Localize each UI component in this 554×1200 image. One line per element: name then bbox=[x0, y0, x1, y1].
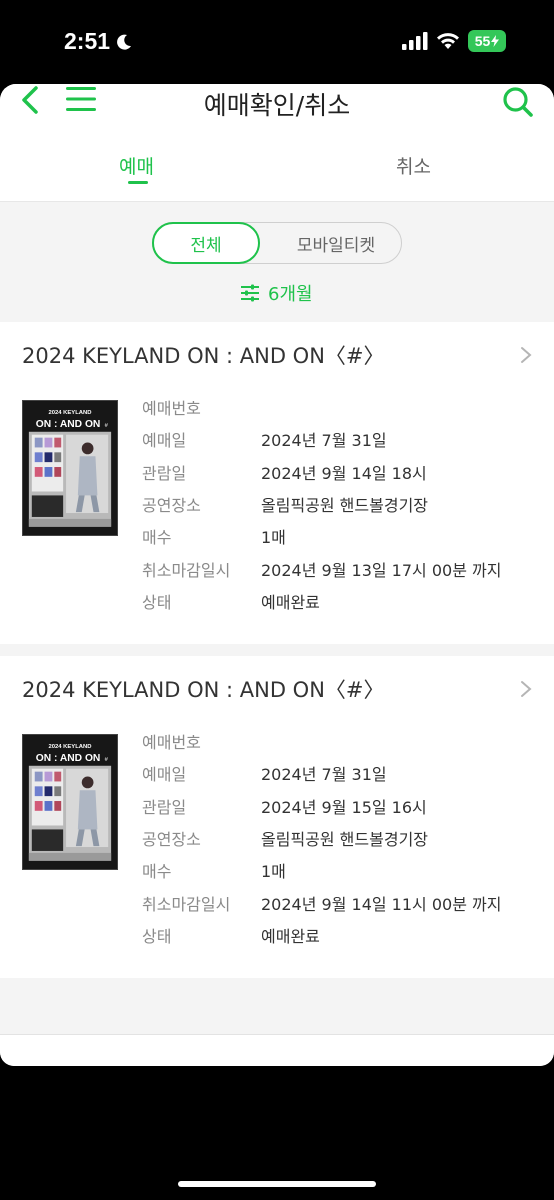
period-label: 6개월 bbox=[268, 284, 313, 305]
booking-date-value: 2024년 7월 31일 bbox=[261, 431, 387, 450]
chevron-right-icon[interactable] bbox=[520, 680, 532, 698]
page-title: 예매확인/취소 bbox=[203, 91, 351, 120]
battery-indicator: 55 bbox=[468, 30, 506, 52]
clock-text: 2:51 bbox=[64, 28, 111, 54]
filter-mobile-ticket-button[interactable]: 모바일티켓 bbox=[270, 222, 402, 264]
cancel-deadline-label: 취소마감일시 bbox=[142, 895, 231, 914]
filter-all-button[interactable]: 전체 bbox=[152, 222, 260, 264]
quantity-label: 매수 bbox=[142, 862, 172, 881]
quantity-label: 매수 bbox=[142, 528, 172, 547]
status-bar: 2:51 55 bbox=[0, 0, 554, 84]
battery-level: 55 bbox=[474, 33, 491, 49]
viewing-date-label: 관람일 bbox=[142, 798, 187, 817]
quantity-value: 1매 bbox=[261, 862, 286, 881]
poster-image: 2024 KEYLAND ON : AND ON # bbox=[22, 734, 118, 870]
status-label: 상태 bbox=[142, 593, 172, 612]
booking-date-label: 예매일 bbox=[142, 431, 187, 450]
viewing-date-label: 관람일 bbox=[142, 464, 187, 483]
filter-area: 전체 모바일티켓 6개월 bbox=[0, 202, 554, 320]
bottom-divider bbox=[0, 1034, 554, 1066]
poster-main-title: ON : AND ON bbox=[36, 753, 101, 764]
period-filter-button[interactable]: 6개월 bbox=[240, 280, 313, 306]
sliders-icon bbox=[241, 284, 259, 302]
booking-number-label: 예매번호 bbox=[142, 733, 201, 752]
nav-header: 예매확인/취소 예매 취소 bbox=[0, 84, 554, 202]
chevron-right-icon[interactable] bbox=[520, 346, 532, 364]
tab-booking[interactable]: 예매 bbox=[119, 152, 154, 179]
venue-label: 공연장소 bbox=[142, 830, 201, 849]
moon-icon bbox=[117, 34, 132, 50]
status-icons: 55 bbox=[402, 30, 506, 52]
venue-value: 올림픽공원 핸드볼경기장 bbox=[261, 496, 429, 515]
poster-main-title: ON : AND ON bbox=[36, 419, 101, 430]
booking-card[interactable]: 2024 KEYLAND ON : AND ON〈#〉 2024 KEYLAND… bbox=[0, 656, 554, 978]
cancel-deadline-value: 2024년 9월 13일 17시 00분 까지 bbox=[261, 561, 502, 580]
booking-number-label: 예매번호 bbox=[142, 399, 201, 418]
booking-title[interactable]: 2024 KEYLAND ON : AND ON〈#〉 bbox=[22, 340, 385, 370]
quantity-value: 1매 bbox=[261, 528, 286, 547]
active-tab-indicator bbox=[128, 181, 148, 184]
status-value: 예매완료 bbox=[261, 927, 320, 946]
viewing-date-value: 2024년 9월 14일 18시 bbox=[261, 464, 427, 483]
booking-card[interactable]: 2024 KEYLAND ON : AND ON〈#〉 2024 KEYLAND… bbox=[0, 322, 554, 644]
status-value: 예매완료 bbox=[261, 593, 320, 612]
status-time: 2:51 bbox=[64, 28, 134, 55]
poster-year-title: 2024 KEYLAND bbox=[49, 410, 92, 416]
status-label: 상태 bbox=[142, 927, 172, 946]
tab-cancel[interactable]: 취소 bbox=[396, 152, 431, 179]
wifi-icon bbox=[437, 33, 459, 49]
poster-year-title: 2024 KEYLAND bbox=[49, 744, 92, 750]
signal-icon bbox=[402, 32, 428, 50]
viewing-date-value: 2024년 9월 15일 16시 bbox=[261, 798, 427, 817]
booking-date-value: 2024년 7월 31일 bbox=[261, 765, 387, 784]
search-icon[interactable] bbox=[502, 86, 534, 118]
charging-bolt-icon bbox=[491, 35, 500, 47]
venue-label: 공연장소 bbox=[142, 496, 201, 515]
cancel-deadline-label: 취소마감일시 bbox=[142, 561, 231, 580]
booking-title[interactable]: 2024 KEYLAND ON : AND ON〈#〉 bbox=[22, 674, 385, 704]
booking-date-label: 예매일 bbox=[142, 765, 187, 784]
home-indicator[interactable] bbox=[178, 1181, 376, 1187]
booking-sheet: 예매확인/취소 예매 취소 전체 모바일티켓 6개월 2024 KEYLAND … bbox=[0, 84, 554, 1066]
venue-value: 올림픽공원 핸드볼경기장 bbox=[261, 830, 429, 849]
poster-image: 2024 KEYLAND ON : AND ON # bbox=[22, 400, 118, 536]
cancel-deadline-value: 2024년 9월 14일 11시 00분 까지 bbox=[261, 895, 502, 914]
